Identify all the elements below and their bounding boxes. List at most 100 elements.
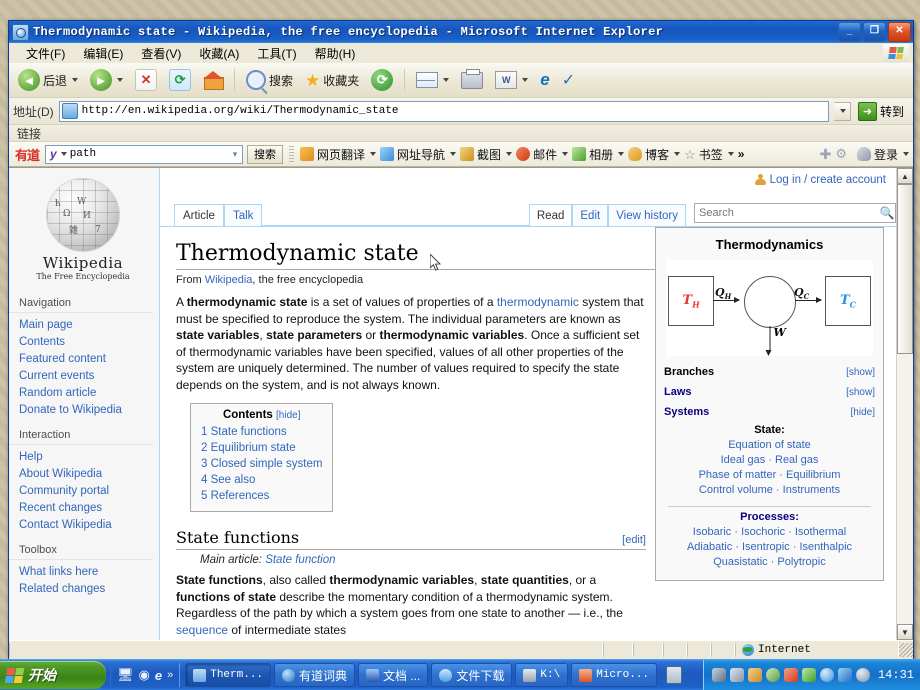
media-icon[interactable]	[837, 668, 852, 682]
processes-line-2[interactable]: Adiabatic · Isentropic · Isenthalpic	[662, 540, 877, 555]
youdao-screenshot[interactable]: 截图	[460, 146, 513, 163]
processes-line-1[interactable]: Isobaric · Isochoric · Isothermal	[662, 525, 877, 540]
start-button[interactable]: 开始	[0, 661, 106, 689]
maximize-button[interactable]: ❐	[863, 22, 886, 42]
misc-icon[interactable]	[855, 668, 870, 682]
security-zone[interactable]: Internet	[735, 643, 899, 657]
task-ie-thermodynamic[interactable]: Therm...	[185, 663, 272, 687]
stop-button[interactable]: ✕	[130, 66, 162, 94]
sidebar-item-current-events[interactable]: Current events	[9, 368, 159, 385]
menu-file[interactable]: 文件(F)	[17, 43, 74, 64]
app-icon[interactable]	[747, 668, 762, 682]
back-button[interactable]: ◄ 后退	[13, 66, 83, 94]
forward-dropdown-icon[interactable]	[117, 78, 124, 82]
scrollbar-thumb[interactable]	[897, 184, 913, 354]
ie-button[interactable]: e	[535, 67, 554, 93]
youdao-history-dropdown-icon[interactable]: ▾	[228, 149, 242, 160]
resize-grip[interactable]	[899, 643, 913, 657]
mail-dropdown-icon[interactable]	[443, 78, 450, 82]
youdao-more-button[interactable]: »	[738, 147, 745, 161]
youdao-bookmark[interactable]: ☆ 书签	[684, 146, 734, 163]
sidebar-item-related-changes[interactable]: Related changes	[9, 581, 159, 598]
scrollbar-track[interactable]	[897, 184, 913, 624]
edit-word-button[interactable]: W	[490, 68, 533, 92]
menu-view[interactable]: 查看(V)	[132, 43, 190, 64]
laws-toggle[interactable]: [show]	[846, 387, 875, 398]
youdao-webtranslate[interactable]: 网页翻译	[300, 146, 377, 163]
youdao-album[interactable]: 相册	[572, 146, 625, 163]
shield-icon[interactable]	[801, 668, 816, 682]
navigation-dropdown-icon[interactable]	[450, 152, 457, 156]
tab-view-history[interactable]: View history	[608, 204, 686, 226]
task-k-drive[interactable]: K:\	[515, 663, 569, 687]
infobox-row-systems[interactable]: Systems [hide]	[662, 402, 877, 422]
task-youdao-dict[interactable]: 有道词典	[274, 663, 356, 687]
address-input[interactable]: http://en.wikipedia.org/wiki/Thermodynam…	[58, 100, 829, 122]
branches-toggle[interactable]: [show]	[846, 367, 875, 378]
favorites-button[interactable]: ★ 收藏夹	[300, 69, 364, 92]
task-microsoft[interactable]: Micro...	[571, 663, 658, 687]
sidebar-item-what-links-here[interactable]: What links here	[9, 564, 159, 581]
search-magnifier-icon[interactable]: 🔍	[879, 206, 895, 220]
back-dropdown-icon[interactable]	[72, 78, 79, 82]
menu-favorites[interactable]: 收藏(A)	[190, 43, 248, 64]
go-button[interactable]: ➜ 转到	[856, 101, 909, 122]
sidebar-item-donate[interactable]: Donate to Wikipedia	[9, 402, 159, 419]
scroll-up-button[interactable]: ▲	[897, 168, 913, 184]
history-button[interactable]: ⟳	[366, 66, 398, 94]
screenshot-dropdown-icon[interactable]	[506, 152, 513, 156]
youdao-login-button[interactable]: 登录	[856, 146, 909, 163]
home-button[interactable]	[198, 67, 228, 93]
sidebar-item-community-portal[interactable]: Community portal	[9, 483, 159, 500]
ie-quick-icon[interactable]: e	[155, 668, 162, 683]
youdao-blog[interactable]: 博客	[628, 146, 681, 163]
state-line-4[interactable]: Control volume · Instruments	[662, 483, 877, 498]
search-button[interactable]: 搜索	[241, 67, 298, 93]
mail-button[interactable]	[411, 69, 454, 91]
monitor-icon[interactable]	[729, 668, 744, 682]
close-button[interactable]: ✕	[888, 22, 911, 42]
forward-button[interactable]: ►	[85, 66, 128, 94]
state-function-link[interactable]: State function	[265, 554, 335, 566]
wikipedia-logo[interactable]: W Ω И 雑 7 ћ Wikipedia The Free Encyclope…	[9, 168, 157, 283]
blog-dropdown-icon[interactable]	[674, 152, 681, 156]
section-edit-link[interactable]: [edit]	[622, 534, 646, 546]
tab-read[interactable]: Read	[528, 204, 573, 226]
youdao-add-button[interactable]: ✚	[820, 146, 832, 163]
print-button[interactable]	[456, 68, 488, 92]
state-line-1[interactable]: Equation of state	[662, 438, 877, 453]
sidebar-item-contact[interactable]: Contact Wikipedia	[9, 517, 159, 534]
keyboard-language-icon[interactable]	[666, 666, 683, 684]
sync-icon[interactable]	[765, 668, 780, 682]
infobox-row-laws[interactable]: Laws [show]	[662, 382, 877, 402]
toc-item-4[interactable]: 4 See also	[201, 472, 322, 488]
login-create-account-link[interactable]: Log in / create account	[754, 174, 886, 186]
address-dropdown-button[interactable]	[833, 101, 851, 121]
toc-item-2[interactable]: 2 Equilibrium state	[201, 440, 322, 456]
quick-launch-more[interactable]: »	[167, 669, 173, 681]
sidebar-item-about[interactable]: About Wikipedia	[9, 466, 159, 483]
state-line-3[interactable]: Phase of matter · Equilibrium	[662, 468, 877, 483]
sidebar-item-main-page[interactable]: Main page	[9, 317, 159, 334]
youdao-navigation[interactable]: 网址导航	[380, 146, 457, 163]
systems-toggle[interactable]: [hide]	[851, 407, 875, 418]
links-label[interactable]: 链接	[17, 125, 41, 142]
youdao-search-button[interactable]: 搜索	[247, 144, 284, 164]
processes-line-3[interactable]: Quasistatic · Polytropic	[662, 555, 877, 570]
media-player-icon[interactable]: ◉	[139, 667, 150, 683]
youdao-mail[interactable]: 邮件	[516, 146, 569, 163]
webtranslate-dropdown-icon[interactable]	[370, 152, 377, 156]
search-icon-tray[interactable]	[819, 668, 834, 682]
task-file-download[interactable]: 文件下载	[431, 663, 513, 687]
word-dropdown-icon[interactable]	[522, 78, 529, 82]
sequence-link[interactable]: sequence	[176, 623, 228, 637]
toc-hide-toggle[interactable]: [hide]	[276, 410, 300, 421]
scroll-down-button[interactable]: ▼	[897, 624, 913, 640]
youdao-search-input[interactable]: y path ▾	[45, 144, 244, 164]
toc-item-1[interactable]: 1 State functions	[201, 424, 322, 440]
search-input[interactable]	[695, 206, 879, 220]
bookmark-dropdown-icon[interactable]	[727, 152, 734, 156]
tab-article[interactable]: Article	[174, 204, 224, 226]
refresh-button[interactable]: ⟳	[164, 66, 196, 94]
menu-tools[interactable]: 工具(T)	[248, 43, 305, 64]
